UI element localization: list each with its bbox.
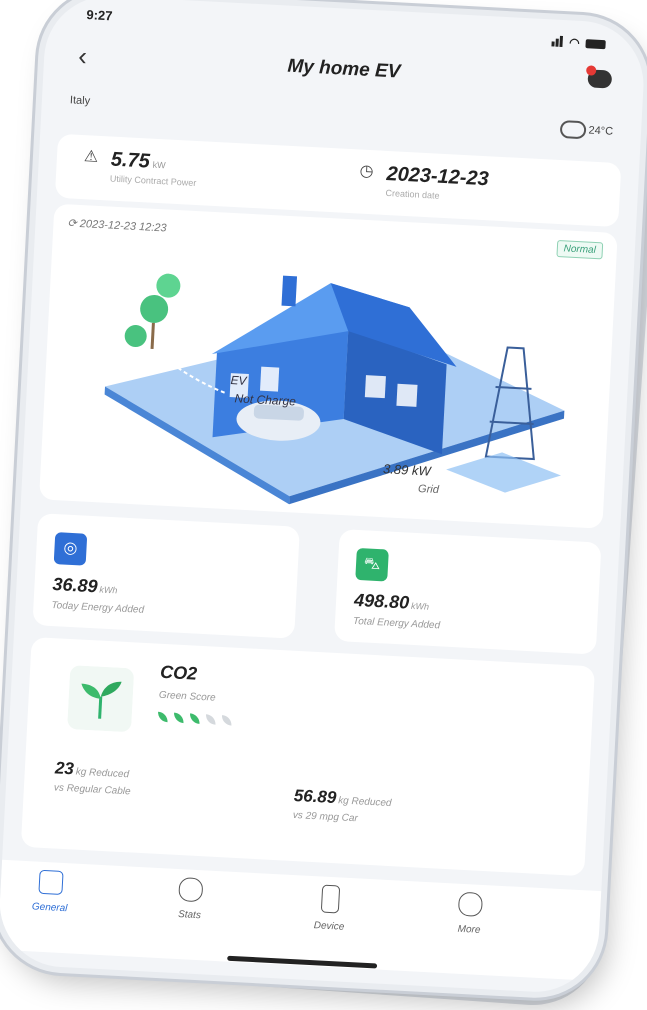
contract-power-stat: ⚠ 5.75 kW Utility Contract Power xyxy=(80,147,198,188)
contract-power-unit: kW xyxy=(152,159,166,171)
leaf-icon xyxy=(221,715,232,726)
tab-device-label: Device xyxy=(313,920,345,933)
location-name: Italy xyxy=(69,94,91,108)
cable-reduction: 23kg Reduced vs Regular Cable xyxy=(54,758,132,797)
weather: 24°C xyxy=(560,120,613,141)
energy-flow-card: ⟳ 2023-12-23 12:23 Normal EV Not Charge … xyxy=(39,203,618,529)
status-badge: Normal xyxy=(556,239,604,260)
wifi-icon: ◠ xyxy=(568,35,581,50)
car-reduction-value: 56.89 xyxy=(293,785,337,808)
leaf-icon xyxy=(205,714,216,725)
signal-icon xyxy=(550,34,564,50)
clock-icon: ◷ xyxy=(359,162,375,181)
cable-reduction-label: vs Regular Cable xyxy=(53,782,131,798)
stats-icon xyxy=(178,877,204,903)
creation-date-stat: ◷ 2023-12-23 Creation date xyxy=(355,161,489,203)
tab-more-label: More xyxy=(457,923,481,936)
status-icons: ◠ xyxy=(550,31,606,54)
total-energy-card[interactable]: ⛍ 498.80kWh Total Energy Added xyxy=(334,528,602,655)
creation-date-value: 2023-12-23 xyxy=(385,162,490,191)
cable-reduction-value: 23 xyxy=(54,758,75,779)
more-icon xyxy=(457,891,484,917)
today-energy-value: 36.89kWh xyxy=(52,574,118,598)
total-energy-label: Total Energy Added xyxy=(352,615,441,632)
cable-reduction-unit: kg Reduced xyxy=(75,766,130,781)
leaf-icon xyxy=(173,712,185,724)
window xyxy=(364,375,386,399)
cloud-icon xyxy=(560,120,587,140)
tab-device[interactable]: Device xyxy=(289,883,371,934)
leaf-icon xyxy=(189,713,201,724)
window xyxy=(396,383,418,407)
device-icon xyxy=(320,884,341,914)
co2-title: CO2 xyxy=(159,661,198,684)
today-energy-number: 36.89 xyxy=(52,574,99,597)
temperature: 24°C xyxy=(588,124,614,138)
update-timestamp: ⟳ 2023-12-23 12:23 xyxy=(67,217,167,235)
window xyxy=(260,366,280,392)
timestamp-text: 2023-12-23 12:23 xyxy=(79,217,167,235)
tab-more[interactable]: More xyxy=(429,890,511,937)
ev-label: EV xyxy=(230,373,247,388)
phone-screen: 9:27 ◠ ‹ My home EV Italy 24°C ⚠ 5.75 kW … xyxy=(0,0,647,996)
total-energy-number: 498.80 xyxy=(353,589,410,613)
tab-stats-label: Stats xyxy=(177,909,202,922)
status-time: 9:27 xyxy=(86,7,113,24)
car-reduction-label: vs 29 mpg Car xyxy=(292,809,359,825)
charge-icon: ◎ xyxy=(53,532,88,566)
tree xyxy=(124,325,147,348)
total-energy-unit: kWh xyxy=(410,600,430,612)
co2-card: CO2 Green Score 23kg Reduced vs Regular … xyxy=(20,637,596,877)
grid-label: Grid xyxy=(417,483,440,497)
battery-icon xyxy=(585,38,606,49)
grid-power: 3.89 kW xyxy=(382,461,432,479)
car-reduction: 56.89kg Reduced vs 29 mpg Car xyxy=(293,786,393,826)
creation-date-label: Creation date xyxy=(385,187,440,201)
total-energy-value: 498.80kWh xyxy=(354,590,430,615)
tree xyxy=(140,294,169,323)
tree xyxy=(156,273,181,298)
car-reduction-unit: kg Reduced xyxy=(337,795,392,810)
tab-general[interactable]: General xyxy=(9,868,91,915)
contract-power-label: Utility Contract Power xyxy=(109,173,197,188)
today-energy-unit: kWh xyxy=(99,584,118,596)
tree-trunk xyxy=(150,322,155,349)
chimney xyxy=(281,275,298,307)
general-icon xyxy=(38,869,64,895)
car-icon: ⛍ xyxy=(355,547,389,582)
house-illustration xyxy=(104,273,565,505)
today-energy-card[interactable]: ◎ 36.89kWh Today Energy Added xyxy=(32,513,300,639)
tab-stats[interactable]: Stats xyxy=(149,876,231,923)
contract-power-value: 5.75 xyxy=(110,148,151,173)
power-icon: ⚠ xyxy=(83,148,99,166)
green-score-rating xyxy=(157,711,232,726)
grid-pad xyxy=(446,452,561,493)
green-score-label: Green Score xyxy=(158,689,216,704)
tab-general-label: General xyxy=(31,901,68,915)
today-energy-label: Today Energy Added xyxy=(51,600,145,616)
leaf-icon xyxy=(157,711,169,723)
sprout-icon xyxy=(67,665,134,732)
